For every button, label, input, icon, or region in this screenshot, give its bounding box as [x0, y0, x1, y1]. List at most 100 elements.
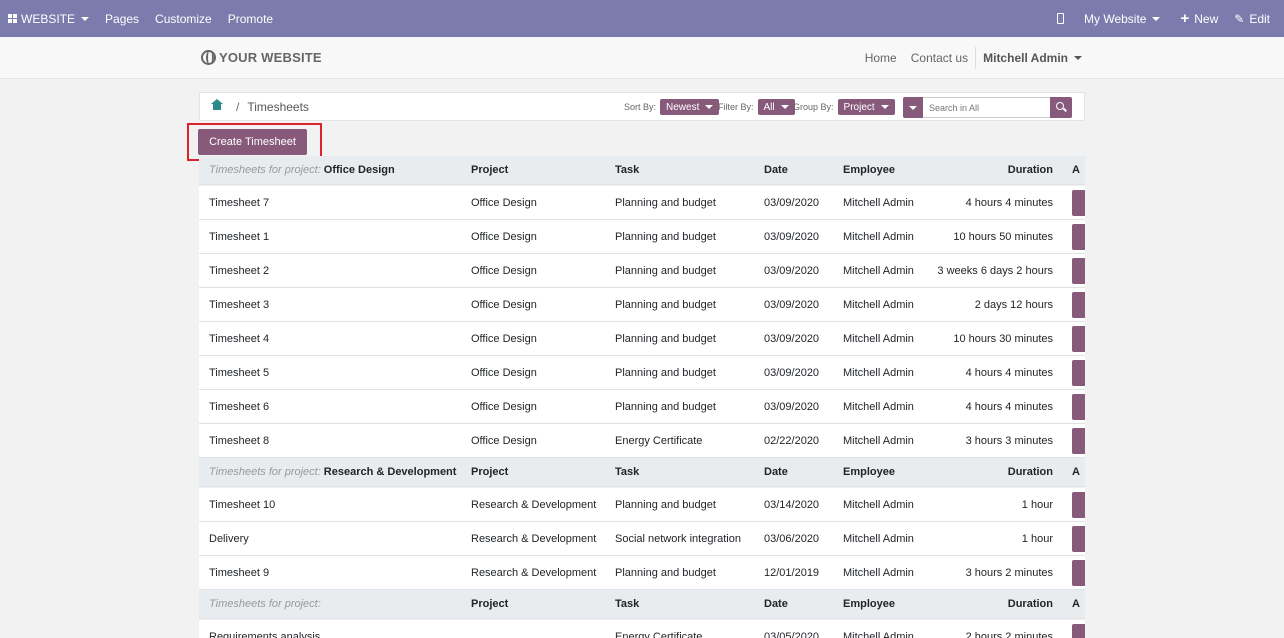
row-action-button[interactable] [1072, 257, 1085, 284]
timesheet-employee: Mitchell Admin [843, 630, 914, 638]
timesheet-task: Planning and budget [615, 332, 716, 345]
website-admin-bar: WEBSITE Pages Customize Promote My Websi… [0, 0, 1284, 37]
breadcrumb: / Timesheets [211, 98, 309, 114]
column-header-duration: Duration [1007, 466, 1053, 478]
timesheet-date: 12/01/2019 [764, 566, 820, 579]
timesheet-task: Planning and budget [615, 230, 716, 243]
sort-label: Sort By: [624, 102, 657, 112]
timesheet-employee: Mitchell Admin [843, 298, 914, 311]
site-header: YOUR WEBSITE Home Contact us Mitchell Ad… [0, 37, 1284, 79]
timesheet-task: Energy Certificate [615, 630, 703, 638]
apps-grid-icon [8, 14, 17, 23]
table-row[interactable]: Delivery Research & Development Social net… [199, 522, 1085, 556]
search-filter-dropdown[interactable] [903, 97, 923, 118]
sort-dropdown[interactable]: Newest [660, 99, 720, 115]
table-row[interactable]: Timesheet 1 Office Design Planning and bud… [199, 220, 1085, 254]
timesheet-project: Office Design [471, 264, 537, 277]
filter-dropdown[interactable]: All [757, 99, 795, 115]
timesheet-project: Office Design [471, 196, 537, 209]
website-menu[interactable]: WEBSITE [0, 0, 97, 37]
site-logo[interactable]: YOUR WEBSITE [201, 50, 322, 65]
timesheet-employee: Mitchell Admin [843, 332, 914, 345]
chevron-down-icon [1152, 16, 1161, 21]
timesheet-employee: Mitchell Admin [843, 196, 914, 209]
timesheet-task: Planning and budget [615, 400, 716, 413]
timesheet-employee: Mitchell Admin [843, 366, 914, 379]
new-button[interactable]: + New [1172, 0, 1226, 37]
promote-menu[interactable]: Promote [220, 0, 281, 37]
timesheet-task: Social network integration [615, 532, 741, 545]
row-action-button[interactable] [1072, 491, 1085, 518]
table-row[interactable]: Timesheet 2 Office Design Planning and bud… [199, 254, 1085, 288]
sort-control: Sort By: Newest [624, 99, 720, 115]
timesheet-duration: 3 weeks 6 days 2 hours [937, 264, 1053, 277]
group-title: Timesheets for project: [209, 590, 324, 618]
edit-button[interactable]: ✎ Edit [1226, 0, 1278, 37]
table-row[interactable]: Requirements analysis Energy Certificate 0… [199, 620, 1085, 638]
timesheet-name: Requirements analysis [209, 630, 321, 638]
group-prefix: Timesheets for project: [209, 164, 321, 176]
timesheet-duration: 1 hour [1021, 498, 1053, 511]
filter-label: Filter By: [718, 102, 754, 112]
timesheet-employee: Mitchell Admin [843, 434, 914, 447]
row-action-button[interactable] [1072, 393, 1085, 420]
timesheet-duration: 10 hours 30 minutes [953, 332, 1053, 345]
table-row[interactable]: Timesheet 4 Office Design Planning and bud… [199, 322, 1085, 356]
edit-label: Edit [1249, 11, 1270, 26]
row-action-button[interactable] [1072, 223, 1085, 250]
timesheet-project: Office Design [471, 230, 537, 243]
table-row[interactable]: Timesheet 5 Office Design Planning and bud… [199, 356, 1085, 390]
group-prefix: Timesheets for project: [209, 598, 321, 610]
table-row[interactable]: Timesheet 3 Office Design Planning and bud… [199, 288, 1085, 322]
table-row[interactable]: Timesheet 8 Office Design Energy Certifica… [199, 424, 1085, 458]
table-row[interactable]: Timesheet 7 Office Design Planning and bud… [199, 186, 1085, 220]
row-action-button[interactable] [1072, 291, 1085, 318]
column-header-action: A [1072, 164, 1080, 176]
my-website-menu[interactable]: My Website [1072, 0, 1172, 37]
row-action-cell [1072, 556, 1085, 589]
user-menu[interactable]: Mitchell Admin [975, 46, 1082, 69]
nav-contact-link[interactable]: Contact us [904, 51, 975, 65]
nav-home-link[interactable]: Home [858, 51, 904, 65]
timesheet-task: Planning and budget [615, 366, 716, 379]
timesheet-date: 02/22/2020 [764, 434, 820, 447]
home-icon[interactable] [211, 98, 223, 112]
group-header-row: Timesheets for project: Research & Develo… [199, 458, 1085, 487]
mobile-preview-button[interactable] [1049, 0, 1072, 37]
row-action-button[interactable] [1072, 623, 1085, 638]
timesheet-project: Office Design [471, 366, 537, 379]
breadcrumb-separator: / [236, 100, 240, 114]
group-dropdown[interactable]: Project [837, 99, 895, 115]
timesheet-duration: 10 hours 50 minutes [953, 230, 1053, 243]
table-row[interactable]: Timesheet 9 Research & Development Plannin… [199, 556, 1085, 590]
create-timesheet-button[interactable]: Create Timesheet [198, 129, 307, 155]
timesheet-employee: Mitchell Admin [843, 400, 914, 413]
plus-icon: + [1180, 10, 1190, 27]
row-action-button[interactable] [1072, 325, 1085, 352]
group-header-row: Timesheets for project: Office Design Proj… [199, 156, 1085, 185]
row-action-cell [1072, 322, 1085, 355]
row-action-button[interactable] [1072, 525, 1085, 552]
column-header-employee: Employee [843, 164, 895, 176]
group-title: Timesheets for project: Research & Develo… [209, 458, 456, 486]
pages-menu[interactable]: Pages [97, 0, 147, 37]
row-action-button[interactable] [1072, 189, 1085, 216]
search-button[interactable] [1050, 97, 1072, 118]
search-input[interactable] [923, 97, 1050, 118]
timesheet-date: 03/06/2020 [764, 532, 820, 545]
group-label: Group By: [793, 102, 834, 112]
table-row[interactable]: Timesheet 10 Research & Development Planni… [199, 488, 1085, 522]
timesheet-name: Timesheet 3 [209, 298, 270, 311]
row-action-button[interactable] [1072, 427, 1085, 454]
row-action-cell [1072, 220, 1085, 253]
column-header-date: Date [764, 598, 788, 610]
row-action-button[interactable] [1072, 559, 1085, 586]
timesheet-name: Timesheet 9 [209, 566, 270, 579]
site-nav: Home Contact us Mitchell Admin [858, 37, 1082, 78]
timesheet-project: Research & Development [471, 532, 597, 545]
table-row[interactable]: Timesheet 6 Office Design Planning and bud… [199, 390, 1085, 424]
customize-menu[interactable]: Customize [147, 0, 220, 37]
timesheet-name: Timesheet 1 [209, 230, 270, 243]
row-action-button[interactable] [1072, 359, 1085, 386]
timesheet-project: Office Design [471, 400, 537, 413]
